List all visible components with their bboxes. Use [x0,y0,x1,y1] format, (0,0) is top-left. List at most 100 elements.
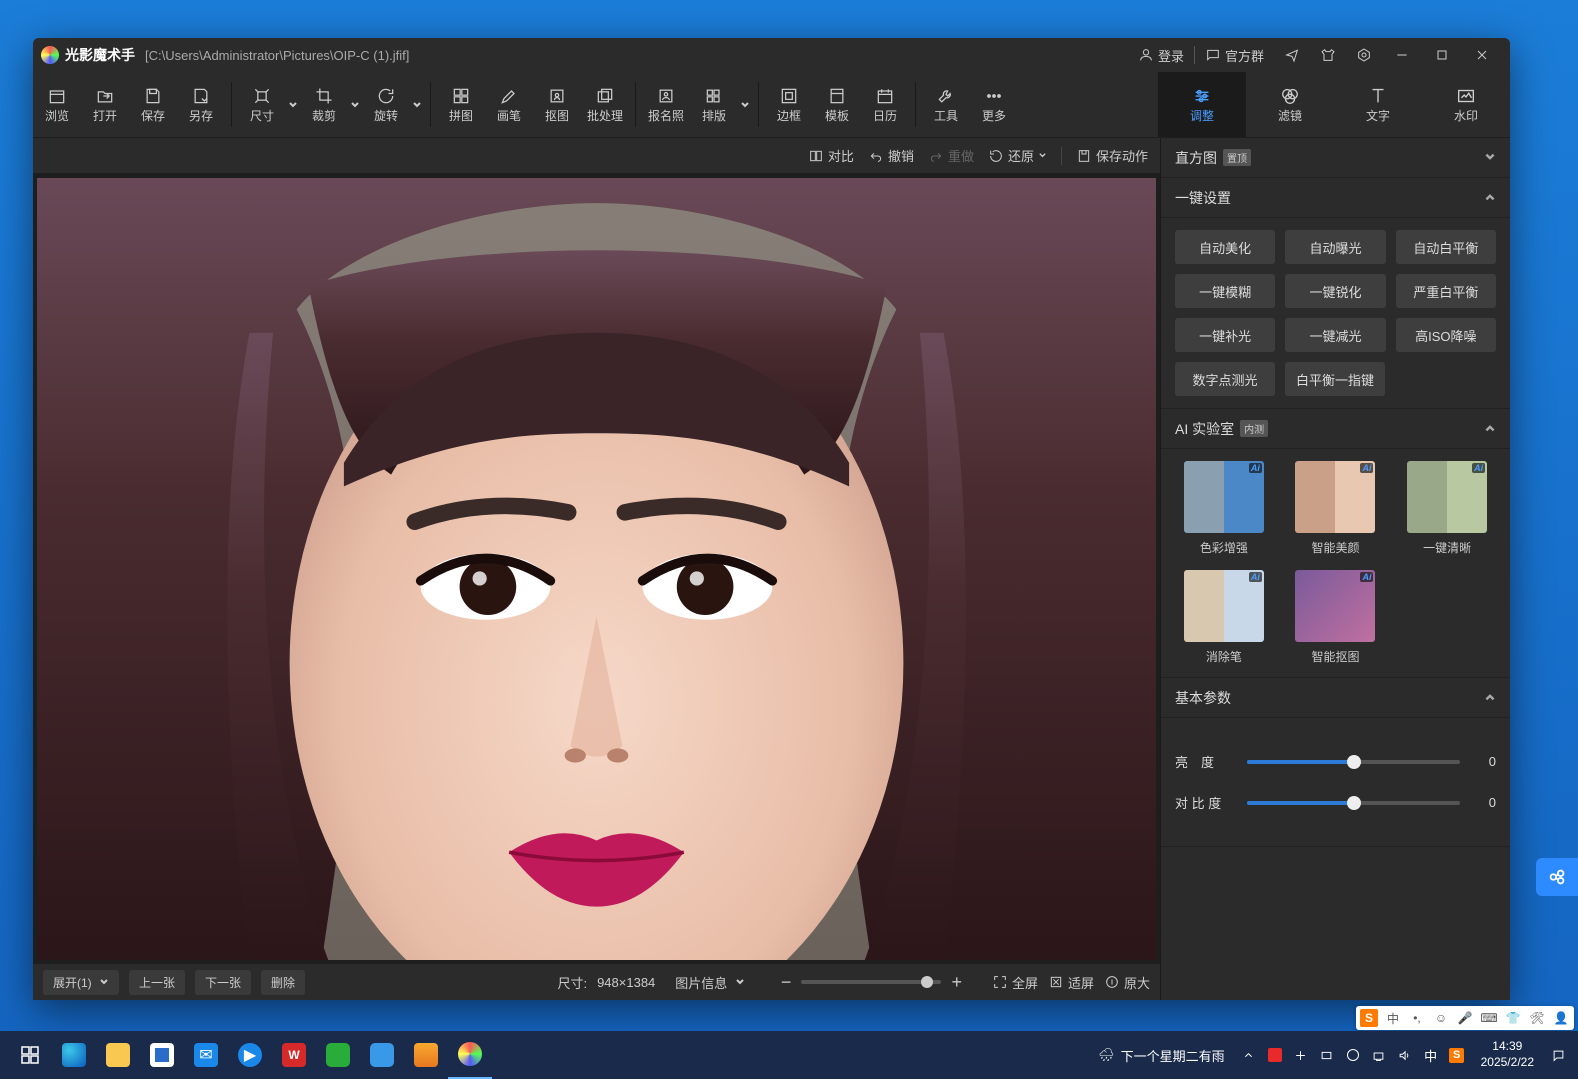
brush-button[interactable]: 画笔 [485,72,533,137]
fit-button[interactable]: 适屏 [1048,973,1094,992]
more-button[interactable]: 更多 [970,72,1018,137]
taskbar-wechat[interactable] [316,1031,360,1079]
taskbar-app1[interactable] [360,1031,404,1079]
share-icon[interactable] [1274,38,1310,72]
taskbar-explorer[interactable] [96,1031,140,1079]
open-button[interactable]: 打开 [81,72,129,137]
taskbar-app2[interactable] [404,1031,448,1079]
ime-punct-icon[interactable]: •, [1408,1009,1426,1027]
batch-button[interactable]: 批处理 [581,72,629,137]
ai-color-enhance[interactable]: Ai色彩增强 [1175,461,1273,556]
wb-onekey-button[interactable]: 白平衡一指键 [1285,362,1385,396]
floating-assist-button[interactable] [1536,858,1578,896]
settings-icon[interactable] [1346,38,1382,72]
taskbar-wps[interactable]: W [272,1031,316,1079]
tab-filter[interactable]: 滤镜 [1246,72,1334,137]
prev-button[interactable]: 上一张 [129,970,185,995]
skin-icon[interactable] [1310,38,1346,72]
tab-text[interactable]: 文字 [1334,72,1422,137]
saveas-button[interactable]: 另存 [177,72,225,137]
ime-emoji-icon[interactable]: ☺ [1432,1009,1450,1027]
ime-bar[interactable]: S 中 •, ☺ 🎤 ⌨ 👕 🛠 👤 [1356,1006,1574,1030]
expand-button[interactable]: 展开(1) [43,970,119,995]
image-canvas[interactable] [37,178,1156,960]
size-button[interactable]: 尺寸 [238,72,286,137]
taskbar-media[interactable]: ▶ [228,1031,272,1079]
ime-keyboard-icon[interactable]: ⌨ [1480,1009,1498,1027]
taskbar-clock[interactable]: 14:39 2025/2/22 [1471,1039,1544,1070]
crop-button[interactable]: 裁剪 [300,72,348,137]
saveaction-button[interactable]: 保存动作 [1076,146,1148,165]
size-dropdown[interactable] [286,72,300,137]
auto-exposure-button[interactable]: 自动曝光 [1285,230,1385,264]
panel-ailab-header[interactable]: AI 实验室 内测 [1161,409,1510,449]
start-button[interactable] [8,1031,52,1079]
original-button[interactable]: 原大 [1104,973,1150,992]
tray-app4-icon[interactable] [1341,1031,1365,1079]
template-button[interactable]: 模板 [813,72,861,137]
save-button[interactable]: 保存 [129,72,177,137]
tray-volume-icon[interactable] [1393,1031,1417,1079]
brightness-slider[interactable] [1247,760,1460,764]
tab-watermark[interactable]: 水印 [1422,72,1510,137]
panel-histogram-header[interactable]: 直方图 置顶 [1161,138,1510,178]
taskbar-edge[interactable] [52,1031,96,1079]
tray-sogou-icon[interactable]: S [1445,1031,1469,1079]
tray-ime-cn[interactable]: 中 [1419,1031,1443,1079]
high-iso-button[interactable]: 高ISO降噪 [1396,318,1496,352]
ai-oneclick-clear[interactable]: Ai一键清晰 [1398,461,1496,556]
undo-button[interactable]: 撤销 [868,146,914,165]
panel-basic-header[interactable]: 基本参数 [1161,678,1510,718]
tray-network-icon[interactable] [1367,1031,1391,1079]
ime-tool-icon[interactable]: 🛠 [1528,1009,1546,1027]
spot-meter-button[interactable]: 数字点测光 [1175,362,1275,396]
calendar-button[interactable]: 日历 [861,72,909,137]
login-button[interactable]: 登录 [1128,38,1194,72]
layout-dropdown[interactable] [738,72,752,137]
panel-oneclick-header[interactable]: 一键设置 [1161,178,1510,218]
puzzle-button[interactable]: 拼图 [437,72,485,137]
official-group-button[interactable]: 官方群 [1195,38,1274,72]
oneclick-sharpen-button[interactable]: 一键锐化 [1285,274,1385,308]
maximize-button[interactable] [1422,38,1462,72]
taskbar-app-active[interactable] [448,1031,492,1079]
rotate-button[interactable]: 旋转 [362,72,410,137]
taskbar-store[interactable] [140,1031,184,1079]
ai-smart-cutout[interactable]: Ai智能抠图 [1287,570,1385,665]
layout-button[interactable]: 排版 [690,72,738,137]
fill-light-button[interactable]: 一键补光 [1175,318,1275,352]
browse-button[interactable]: 浏览 [33,72,81,137]
ime-cn[interactable]: 中 [1384,1009,1402,1027]
taskbar-mail[interactable]: ✉ [184,1031,228,1079]
tray-app2-icon[interactable] [1289,1031,1313,1079]
delete-button[interactable]: 删除 [261,970,305,995]
ime-user-icon[interactable]: 👤 [1552,1009,1570,1027]
ime-skin-icon[interactable]: 👕 [1504,1009,1522,1027]
tools-button[interactable]: 工具 [922,72,970,137]
reduce-light-button[interactable]: 一键减光 [1285,318,1385,352]
ime-voice-icon[interactable]: 🎤 [1456,1009,1474,1027]
close-button[interactable] [1462,38,1502,72]
zoom-slider[interactable] [801,980,941,984]
oneclick-blur-button[interactable]: 一键模糊 [1175,274,1275,308]
crop-dropdown[interactable] [348,72,362,137]
ai-smart-beauty[interactable]: Ai智能美颜 [1287,461,1385,556]
minimize-button[interactable] [1382,38,1422,72]
tray-chevron-icon[interactable] [1237,1031,1261,1079]
auto-beautify-button[interactable]: 自动美化 [1175,230,1275,264]
zoom-out-button[interactable]: − [781,972,792,993]
fullscreen-button[interactable]: 全屏 [992,973,1038,992]
contrast-slider[interactable] [1247,801,1460,805]
ai-eraser[interactable]: Ai消除笔 [1175,570,1273,665]
restore-button[interactable]: 还原 [988,146,1047,165]
idphoto-button[interactable]: 报名照 [642,72,690,137]
auto-wb-button[interactable]: 自动白平衡 [1396,230,1496,264]
cutout-button[interactable]: 抠图 [533,72,581,137]
tab-adjust[interactable]: 调整 [1158,72,1246,137]
redo-button[interactable]: 重做 [928,146,974,165]
rotate-dropdown[interactable] [410,72,424,137]
tray-notifications-icon[interactable] [1546,1031,1570,1079]
next-button[interactable]: 下一张 [195,970,251,995]
tray-app3-icon[interactable] [1315,1031,1339,1079]
compare-button[interactable]: 对比 [808,146,854,165]
